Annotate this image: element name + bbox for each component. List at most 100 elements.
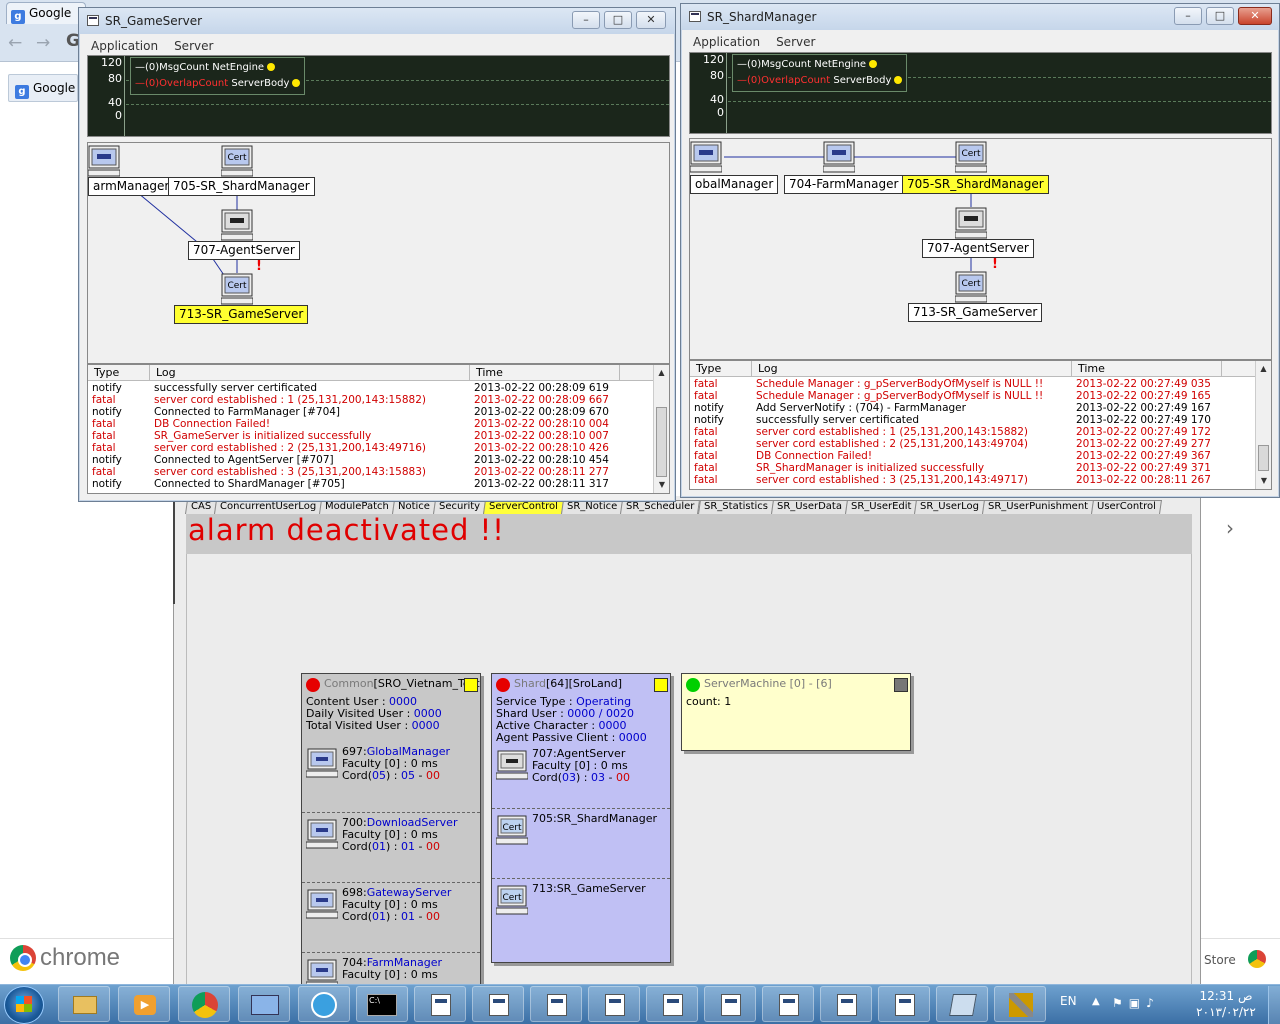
- shard-group-card[interactable]: Shard[64][SroLand] Service Type : Operat…: [491, 673, 671, 963]
- log-row[interactable]: fatal DB Connection Failed! 2013-02-22 00:…: [88, 418, 669, 430]
- taskbar-mediaplayer[interactable]: ▶: [118, 986, 170, 1022]
- taskbar-doc-2[interactable]: [472, 986, 524, 1022]
- node-farmmanager[interactable]: 704-FarmManager: [784, 175, 904, 194]
- clock-time[interactable]: 12:31 ص: [1196, 989, 1256, 1003]
- tab-sr-scheduler[interactable]: SR_Scheduler: [620, 500, 701, 514]
- log-row[interactable]: fatal SR_ShardManager is initialized succ…: [690, 462, 1271, 474]
- node-agentserver[interactable]: 707-AgentServer: [922, 239, 1034, 258]
- log-row[interactable]: notify successfully server certificated 20…: [690, 414, 1271, 426]
- log-row[interactable]: fatal server cord established : 3 (25,131…: [88, 466, 669, 478]
- close-button[interactable]: ✕: [636, 11, 666, 29]
- minimize-button[interactable]: –: [572, 11, 600, 29]
- toggle-square-icon[interactable]: [894, 678, 908, 692]
- scroll-thumb[interactable]: [1258, 445, 1269, 471]
- tab-modulepatch[interactable]: ModulePatch: [319, 500, 396, 514]
- col-log[interactable]: Log: [150, 365, 470, 381]
- clock-date[interactable]: ٢٠١٣/٠٢/٢٢: [1186, 1005, 1266, 1019]
- col-log[interactable]: Log: [752, 361, 1072, 377]
- close-button[interactable]: ✕: [1238, 7, 1272, 25]
- tab-sr-userdata[interactable]: SR_UserData: [770, 500, 848, 514]
- log-row[interactable]: notify successfully server certificated 20…: [88, 382, 669, 394]
- tab-servercontrol[interactable]: ServerControl: [483, 500, 565, 514]
- common-node-gatewayserver[interactable]: 698:GatewayServer Faculty [0] : 0 ms Cord(…: [302, 882, 480, 952]
- taskbar-doc-6[interactable]: [704, 986, 756, 1022]
- log-row[interactable]: notify Connected to ShardManager [#705] 20…: [88, 478, 669, 490]
- chevron-right-icon[interactable]: ›: [1226, 516, 1234, 540]
- cert-icon[interactable]: Cert: [955, 271, 987, 303]
- tab-sr-userpunishment[interactable]: SR_UserPunishment: [982, 500, 1095, 514]
- tab-sr-useredit[interactable]: SR_UserEdit: [844, 500, 918, 514]
- log-row[interactable]: fatal server cord established : 2 (25,131…: [88, 442, 669, 454]
- taskbar-doc-5[interactable]: [646, 986, 698, 1022]
- node-shardmanager[interactable]: 705-SR_ShardManager: [902, 175, 1049, 194]
- node-shardmanager[interactable]: 705-SR_ShardManager: [168, 177, 315, 196]
- log-row[interactable]: fatal Schedule Manager : g_pServerBodyOfM…: [690, 378, 1271, 390]
- ntp-google-tile[interactable]: g Google: [8, 74, 78, 102]
- common-node-globalmanager[interactable]: 697:GlobalManager Faculty [0] : 0 ms Cord(…: [302, 742, 480, 812]
- tab-sr-notice[interactable]: SR_Notice: [561, 500, 624, 514]
- log-row[interactable]: notify Add ServerNotify : (704) - FarmMan…: [690, 402, 1271, 414]
- taskbar-explorer[interactable]: [58, 986, 110, 1022]
- browser-tab[interactable]: g Google: [6, 2, 86, 24]
- language-indicator[interactable]: EN: [1060, 994, 1077, 1008]
- tray-icons[interactable]: ⚑▣♪: [1112, 996, 1160, 1010]
- log-row[interactable]: fatal SR_GameServer is initialized succes…: [88, 430, 669, 442]
- taskbar-network[interactable]: [238, 986, 290, 1022]
- scroll-down-icon[interactable]: ▼: [654, 477, 669, 493]
- taskbar-doc-1[interactable]: [414, 986, 466, 1022]
- taskbar-doc-8[interactable]: [820, 986, 872, 1022]
- toggle-square-icon[interactable]: [464, 678, 478, 692]
- tab-usercontrol[interactable]: UserControl: [1091, 500, 1163, 514]
- tab-sr-userlog[interactable]: SR_UserLog: [914, 500, 986, 514]
- common-group-card[interactable]: Common[SRO_Vietnam_TestL Content User : …: [301, 673, 481, 993]
- server-machine-card[interactable]: ServerMachine [0] - [6] count: 1: [681, 673, 911, 751]
- forward-arrow-icon[interactable]: →: [36, 33, 50, 53]
- show-desktop-button[interactable]: [1268, 986, 1280, 1024]
- taskbar-app-circle[interactable]: [298, 986, 350, 1022]
- log-row[interactable]: fatal server cord established : 3 (25,131…: [690, 474, 1271, 486]
- pc-icon[interactable]: [955, 207, 987, 239]
- flag-icon[interactable]: ⚑: [1112, 996, 1129, 1010]
- back-arrow-icon[interactable]: ←: [8, 33, 22, 53]
- monitor-icon[interactable]: ▣: [1129, 996, 1146, 1010]
- taskbar-tools[interactable]: [994, 986, 1046, 1022]
- node-agentserver[interactable]: 707-AgentServer: [188, 241, 300, 260]
- global-pc-icon[interactable]: [690, 141, 722, 173]
- log-row[interactable]: fatal server cord established : 1 (25,131…: [690, 426, 1271, 438]
- tab-concurrentuserlog[interactable]: ConcurrentUserLog: [214, 500, 323, 514]
- taskbar-cmd[interactable]: C:\: [356, 986, 408, 1022]
- agent-server-node[interactable]: 707:AgentServer Faculty [0] : 0 ms Cord(…: [492, 744, 670, 808]
- menu-application[interactable]: Application: [83, 36, 166, 56]
- col-type[interactable]: Type: [88, 365, 150, 381]
- taskbar-chrome[interactable]: [178, 986, 230, 1022]
- log-scrollbar[interactable]: ▲ ▼: [653, 365, 669, 493]
- taskbar-doc-9[interactable]: [878, 986, 930, 1022]
- taskbar-doc-4[interactable]: [588, 986, 640, 1022]
- webstore-icon[interactable]: [1248, 950, 1266, 968]
- log-row[interactable]: fatal server cord established : 1 (25,131…: [88, 394, 669, 406]
- minimize-button[interactable]: –: [1174, 7, 1202, 25]
- node-gameserver[interactable]: 713-SR_GameServer: [174, 305, 309, 324]
- game-server-node[interactable]: Cert 713:SR_GameServer: [492, 878, 670, 948]
- taskbar-doc-7[interactable]: [762, 986, 814, 1022]
- log-scrollbar[interactable]: ▲ ▼: [1255, 361, 1271, 489]
- menu-application[interactable]: Application: [685, 32, 768, 52]
- volume-icon[interactable]: ♪: [1146, 996, 1160, 1010]
- log-row[interactable]: notify Connected to AgentServer [#707] 201…: [88, 454, 669, 466]
- scroll-up-icon[interactable]: ▲: [1256, 361, 1271, 377]
- cert-icon[interactable]: Cert: [221, 145, 253, 177]
- cert-icon[interactable]: Cert: [955, 141, 987, 173]
- pc-icon[interactable]: [221, 209, 253, 241]
- col-type[interactable]: Type: [690, 361, 752, 377]
- scroll-thumb[interactable]: [656, 407, 667, 477]
- tab-security[interactable]: Security: [433, 500, 487, 514]
- log-row[interactable]: fatal server cord established : 2 (25,131…: [690, 438, 1271, 450]
- store-link[interactable]: Store: [1204, 953, 1236, 967]
- scroll-up-icon[interactable]: ▲: [654, 365, 669, 381]
- common-node-downloadserver[interactable]: 700:DownloadServer Faculty [0] : 0 ms Cord…: [302, 812, 480, 882]
- log-row[interactable]: fatal DB Connection Failed! 2013-02-22 00:…: [690, 450, 1271, 462]
- farm-pc-icon[interactable]: [88, 145, 120, 177]
- node-farmmanager[interactable]: armManager: [88, 177, 175, 196]
- shard-manager-node[interactable]: Cert 705:SR_ShardManager: [492, 808, 670, 878]
- node-globalmanager[interactable]: obalManager: [690, 175, 779, 194]
